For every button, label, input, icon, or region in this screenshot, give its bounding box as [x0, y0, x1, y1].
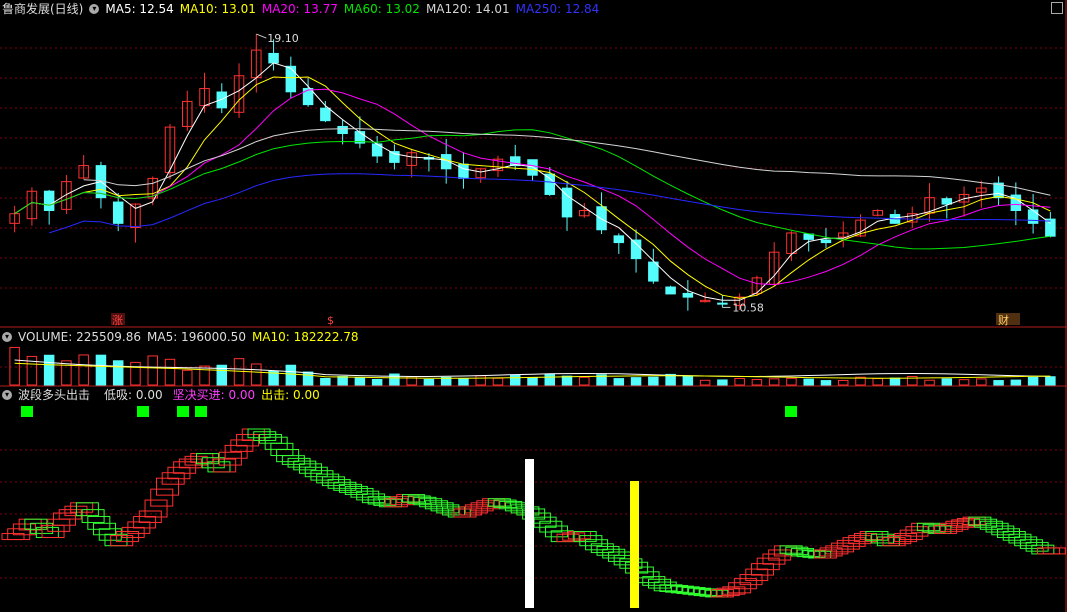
volume-bar — [164, 358, 176, 386]
white-signal-bar — [525, 459, 534, 608]
volume-bar — [43, 354, 55, 386]
wave-box — [155, 477, 179, 496]
volume-bar — [302, 371, 314, 386]
candle — [613, 235, 625, 244]
volume-bar — [924, 379, 935, 386]
marker-zhang: 涨 — [112, 314, 123, 327]
candle — [527, 159, 538, 176]
candle — [285, 65, 297, 93]
volume-bar — [492, 377, 504, 386]
volume-bar — [717, 379, 728, 386]
candle — [216, 91, 228, 109]
volume-bar — [734, 377, 745, 386]
candle — [268, 52, 279, 64]
candle — [320, 107, 331, 122]
volume-bar — [579, 376, 590, 386]
candle — [1027, 209, 1039, 224]
candle — [717, 302, 728, 305]
volume-bar — [751, 379, 763, 386]
volume-bar — [147, 355, 158, 386]
high-label: 19.10 — [267, 32, 299, 45]
marker-dollar: $ — [327, 314, 334, 327]
volume-bar — [699, 379, 711, 386]
volume-bar — [889, 377, 901, 386]
wave-box — [150, 488, 174, 507]
candle — [458, 163, 469, 179]
candle — [544, 173, 556, 195]
signal-square — [177, 406, 189, 417]
candle — [682, 292, 694, 298]
volume-bar — [337, 376, 348, 386]
volume-bar — [561, 375, 573, 386]
volume-bar — [78, 354, 89, 386]
volume-bar — [768, 378, 780, 386]
candle — [337, 125, 348, 135]
volume-bar — [509, 374, 521, 386]
volume-bar — [682, 375, 694, 386]
marker-caicai: 财 — [998, 313, 1009, 327]
volume-bar — [820, 380, 832, 386]
volume-bar — [475, 375, 486, 386]
ma5-line — [14, 62, 1051, 301]
volume-bar — [941, 378, 953, 386]
volume-bar — [648, 376, 659, 386]
candle — [1045, 218, 1056, 237]
volume-bar — [354, 377, 366, 386]
signal-square — [137, 406, 149, 417]
volume-bar — [458, 378, 469, 386]
volume-ma10-line — [14, 362, 1051, 379]
volume-bar — [630, 377, 642, 386]
volume-bar — [544, 373, 556, 386]
high-pointer — [256, 33, 267, 39]
volume-bar — [182, 369, 193, 386]
volume-bar — [958, 379, 970, 386]
volume-bar — [1045, 376, 1056, 386]
signal-square — [785, 406, 797, 417]
volume-bar — [9, 346, 20, 386]
candle — [596, 206, 607, 231]
volume-bar — [61, 360, 72, 386]
signal-square — [21, 406, 33, 417]
candle — [820, 239, 832, 244]
candle — [630, 239, 642, 260]
candle — [43, 190, 55, 212]
candle — [302, 87, 314, 106]
volume-bar — [389, 373, 400, 386]
volume-bar — [423, 378, 435, 386]
volume-bar — [803, 378, 814, 386]
candle — [941, 198, 953, 205]
volume-bar — [993, 380, 1004, 386]
yellow-signal-bar — [630, 481, 639, 608]
volume-bar — [112, 360, 124, 386]
volume-bar — [285, 364, 297, 386]
chart-canvas: 19.10 10.58 涨 $ 财 — [0, 0, 1067, 612]
volume-bar — [527, 377, 538, 386]
candle — [112, 201, 124, 224]
signal-square — [195, 406, 207, 417]
volume-bar — [872, 378, 883, 386]
volume-bar — [613, 378, 625, 386]
candle — [648, 261, 659, 282]
volume-bar — [320, 377, 331, 386]
ma20-line — [14, 88, 1051, 286]
volume-bar — [837, 379, 849, 386]
candle — [665, 286, 676, 295]
volume-bar — [95, 354, 107, 386]
low-label: 10.58 — [732, 301, 764, 314]
volume-bar — [1010, 379, 1022, 386]
volume-bar — [786, 377, 797, 386]
volume-bar — [1027, 376, 1039, 386]
volume-bar — [199, 365, 210, 386]
volume-bar — [371, 379, 383, 386]
ma10-line — [14, 76, 1051, 299]
volume-bar — [976, 378, 987, 386]
volume-bar — [130, 361, 141, 386]
